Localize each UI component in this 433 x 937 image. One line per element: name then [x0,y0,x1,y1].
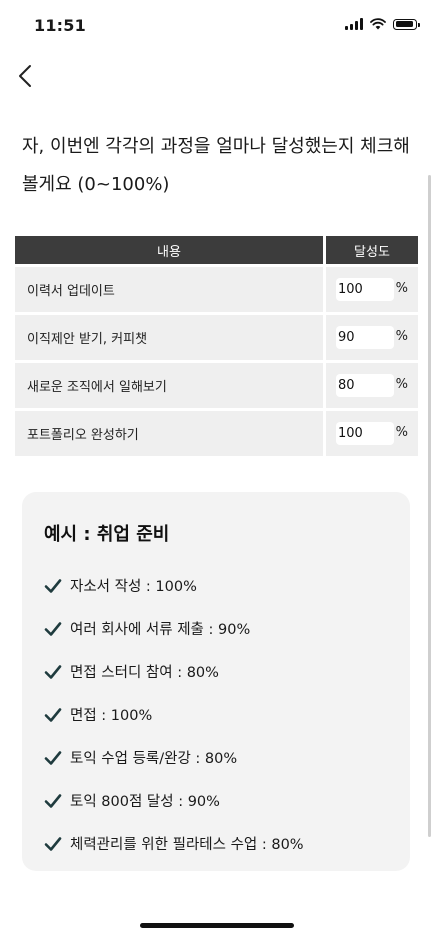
home-indicator[interactable] [140,923,294,928]
table-row: 새로운 조직에서 일해보기 % [15,363,418,408]
rate-input[interactable] [336,374,394,397]
percent-unit: % [395,281,408,296]
rate-input[interactable] [336,326,394,349]
check-icon [44,578,62,593]
header-rate: 달성도 [326,236,418,264]
rate-input[interactable] [336,278,394,301]
scrollbar[interactable] [428,175,431,837]
example-item: 자소서 작성 : 100% [44,564,304,607]
percent-unit: % [395,425,408,440]
cellular-signal-icon [345,18,363,30]
table-row: 포트폴리오 완성하기 % [15,411,418,456]
check-icon [44,750,62,765]
check-icon [44,707,62,722]
row-label: 포트폴리오 완성하기 [15,411,323,456]
example-card: 예시 : 취업 준비 자소서 작성 : 100% 여러 회사에 서류 제출 : … [22,492,410,871]
chevron-left-icon [19,65,31,87]
check-icon [44,664,62,679]
status-time: 11:51 [34,16,86,35]
example-item: 토익 수업 등록/완강 : 80% [44,736,304,779]
example-item-text: 면접 : 100% [70,708,153,724]
achievement-table: 내용 달성도 이력서 업데이트 % 이직제안 받기, 커피챗 % 새로운 조직에… [15,236,418,459]
example-item: 체력관리를 위한 필라테스 수업 : 80% [44,822,304,865]
example-item: 토익 800점 달성 : 90% [44,779,304,822]
example-item-text: 토익 수업 등록/완강 : 80% [70,751,238,767]
row-rate-cell: % [326,315,418,360]
percent-unit: % [395,377,408,392]
example-item: 면접 : 100% [44,693,304,736]
example-title: 예시 : 취업 준비 [44,524,170,545]
table-row: 이력서 업데이트 % [15,267,418,312]
check-icon [44,793,62,808]
table-header: 내용 달성도 [15,236,418,264]
status-bar: 11:51 [0,0,433,50]
header-content: 내용 [15,236,323,264]
wifi-icon [370,18,386,30]
question-text: 자, 이번엔 각각의 과정을 얼마나 달성했는지 체크해 볼게요 (0~100%… [22,136,410,195]
status-icons [345,18,420,30]
check-icon [44,836,62,851]
percent-unit: % [395,329,408,344]
example-item-text: 여러 회사에 서류 제출 : 90% [70,622,251,638]
row-rate-cell: % [326,363,418,408]
row-label: 새로운 조직에서 일해보기 [15,363,323,408]
check-icon [44,621,62,636]
example-item-text: 토익 800점 달성 : 90% [70,794,220,810]
example-item-text: 자소서 작성 : 100% [70,579,197,595]
row-rate-cell: % [326,411,418,456]
example-item-text: 체력관리를 위한 필라테스 수업 : 80% [70,837,304,853]
row-label: 이력서 업데이트 [15,267,323,312]
table-row: 이직제안 받기, 커피챗 % [15,315,418,360]
rate-input[interactable] [336,422,394,445]
example-item: 여러 회사에 서류 제출 : 90% [44,607,304,650]
battery-icon [393,18,420,30]
table-body: 이력서 업데이트 % 이직제안 받기, 커피챗 % 새로운 조직에서 일해보기 … [15,267,418,456]
example-list: 자소서 작성 : 100% 여러 회사에 서류 제출 : 90% 면접 스터디 … [44,564,304,865]
example-item: 면접 스터디 참여 : 80% [44,650,304,693]
row-label: 이직제안 받기, 커피챗 [15,315,323,360]
back-button[interactable] [14,60,42,92]
row-rate-cell: % [326,267,418,312]
example-item-text: 면접 스터디 참여 : 80% [70,665,219,681]
